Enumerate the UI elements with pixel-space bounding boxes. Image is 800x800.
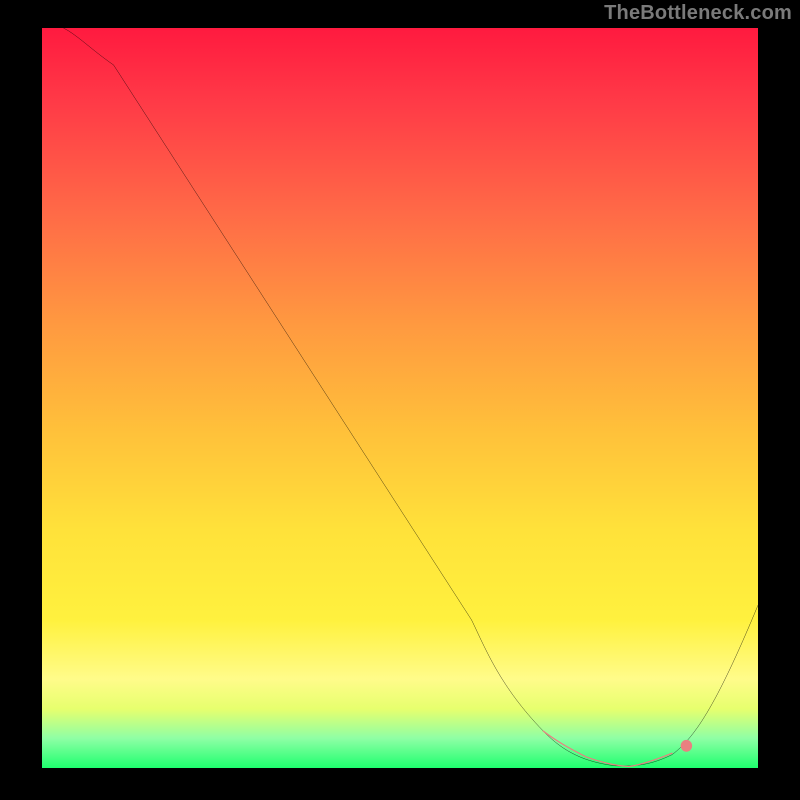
highlight-segment (543, 731, 672, 767)
plot-area (42, 28, 758, 768)
watermark-text: TheBottleneck.com (604, 2, 792, 25)
curve-layer (42, 28, 758, 768)
bottleneck-curve (63, 28, 758, 766)
highlight-dot (681, 740, 692, 752)
chart-frame: TheBottleneck.com (0, 0, 800, 800)
